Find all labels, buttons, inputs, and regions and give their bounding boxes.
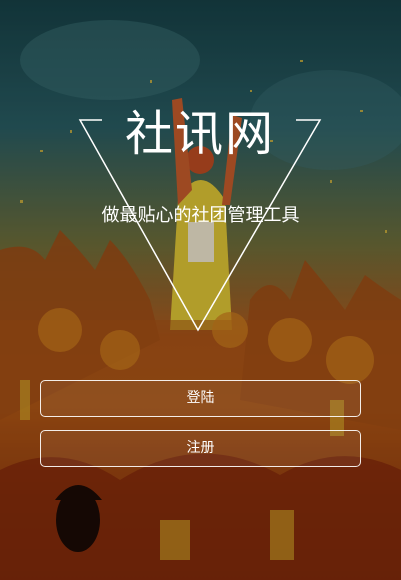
- app-slogan: 做最贴心的社团管理工具: [101, 205, 300, 226]
- register-button[interactable]: 注册: [40, 430, 361, 467]
- app-title: 社讯网: [124, 106, 275, 162]
- login-button[interactable]: 登陆: [40, 380, 361, 417]
- splash-screen: 社讯网 做最贴心的社团管理工具 登陆 注册: [0, 0, 401, 580]
